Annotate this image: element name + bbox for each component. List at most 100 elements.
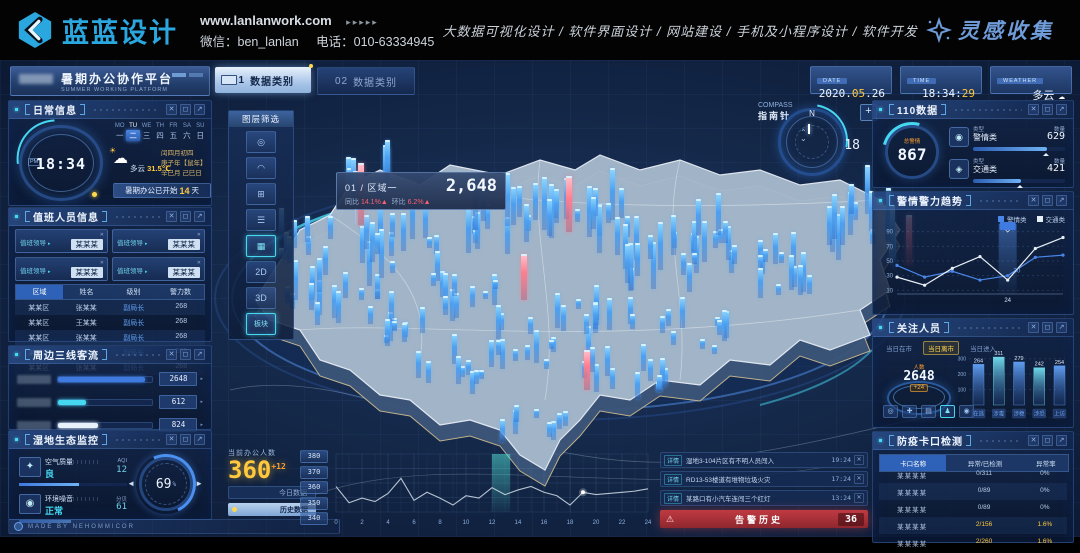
panel-daily-info: 日常信息 ✕◻↗ PM 18:34 MOTUWETHFRSASU一二三四五六日 … [8, 100, 212, 206]
window-icon[interactable]: ◻ [1042, 435, 1053, 446]
duty-leader-card[interactable]: 值班领导▸✕某某某 [112, 257, 205, 281]
alert-detail-tag[interactable]: 详情 [664, 493, 682, 504]
close-icon[interactable]: ✕ [166, 349, 177, 360]
flow-value: 2648 [159, 372, 197, 386]
eco-status: 正常 [45, 504, 127, 517]
mark-icon[interactable]: ✚ [902, 405, 917, 418]
office-line-chart: 024681012141618202224 [332, 450, 654, 541]
weekday-cn[interactable]: 五 [167, 130, 180, 141]
close-icon[interactable]: ✕ [1028, 104, 1039, 115]
noise-icon: ◉ [19, 494, 41, 514]
cp-detect: 0/89 [945, 483, 1022, 500]
expand-icon[interactable]: ↗ [1056, 195, 1067, 206]
view-2d-button[interactable]: 2D [246, 261, 276, 283]
services-text: 大数据可视化设计 / 软件界面设计 / 网站建设 / 手机及小程序设计 / 软件… [434, 21, 926, 40]
contact-block: www.lanlanwork.com ▸▸▸▸▸ 微信：ben_lanlan 电… [200, 9, 434, 52]
blocks-button[interactable]: 板块 [246, 313, 276, 335]
signal-icon-button[interactable]: ◠ [246, 157, 276, 179]
close-icon[interactable]: ✕ [197, 260, 201, 266]
close-icon[interactable]: ✕ [1028, 195, 1039, 206]
alert-history-banner[interactable]: ⚠ 告警历史 36 [660, 510, 868, 528]
duty-leader-name: 某某某 [168, 239, 201, 250]
lunar-line: 辛巳月 己巳日 [161, 169, 207, 179]
website-link[interactable]: www.lanlanwork.com [200, 13, 332, 28]
weekday-cn[interactable]: 二 [126, 130, 139, 141]
close-icon[interactable]: ✕ [166, 104, 177, 115]
inspiration-collect[interactable]: 灵感收集 [926, 15, 1054, 45]
ytick-button[interactable]: 340 [300, 512, 328, 525]
file-icon[interactable]: ▤ [921, 405, 936, 418]
alert-detail-tag[interactable]: 详情 [664, 474, 682, 485]
duty-leader-card[interactable]: 值班领导▸✕某某某 [15, 229, 108, 253]
window-icon[interactable]: ◻ [180, 349, 191, 360]
expand-icon[interactable]: ↗ [1056, 322, 1067, 333]
expand-icon[interactable]: ↗ [1056, 435, 1067, 446]
close-icon[interactable]: ✕ [166, 211, 177, 222]
compass-label-en: COMPASS [758, 102, 793, 109]
close-icon[interactable]: ✕ [854, 474, 864, 484]
ytick-button[interactable]: 380 [300, 450, 328, 463]
window-icon[interactable]: ◻ [1042, 195, 1053, 206]
tab-data-category-02[interactable]: 02数据类别 [317, 67, 415, 95]
focus-tab[interactable]: 当日离市 [923, 341, 959, 355]
location-icon-button[interactable]: ◎ [246, 131, 276, 153]
panel-title: 日常信息 [33, 102, 77, 117]
close-icon[interactable]: ✕ [854, 493, 864, 503]
expand-icon[interactable]: ↗ [194, 211, 205, 222]
ytick-button[interactable]: 350 [300, 497, 328, 510]
phone-text: 电话：010-63334945 [316, 35, 434, 49]
type-value: 交通类 [973, 164, 997, 175]
close-icon[interactable]: ✕ [197, 232, 201, 238]
window-icon[interactable]: ◻ [180, 211, 191, 222]
trend-chart-svg: 90705030102430 [877, 222, 1069, 310]
window-icon[interactable]: ◻ [1042, 104, 1053, 115]
close-icon[interactable]: ✕ [166, 434, 177, 445]
grid-icon-button[interactable]: ⊞ [246, 183, 276, 205]
svg-text:0: 0 [334, 520, 338, 526]
duty-table-header: 区域姓名级别警力数 [15, 284, 205, 300]
close-icon[interactable]: ✕ [1028, 322, 1039, 333]
weekday-cn[interactable]: 四 [153, 130, 166, 141]
close-icon[interactable]: ✕ [854, 455, 864, 465]
expand-icon[interactable]: ↗ [194, 349, 205, 360]
datetime-block: DATE 2020.05.26 TIME 18:34:29 WEATHER 多云… [810, 66, 1072, 94]
camera-icon[interactable]: ◎ [883, 405, 898, 418]
ytick-button[interactable]: 370 [300, 466, 328, 479]
window-controls: ✕◻↗ [1028, 322, 1067, 333]
close-icon[interactable]: ✕ [100, 232, 104, 238]
duty-leader-card[interactable]: 值班领导▸✕某某某 [112, 229, 205, 253]
alert-row[interactable]: 详情某路口有小汽车连闯三个红灯13:24✕ [660, 490, 868, 506]
count-value: 629 [1047, 131, 1065, 142]
gauge-left-arrow[interactable]: ◄ [127, 479, 135, 488]
expand-icon[interactable]: ↗ [194, 104, 205, 115]
cell: 268 [158, 330, 206, 345]
weekday-cn[interactable]: 日 [194, 130, 207, 141]
window-icon[interactable]: ◻ [180, 434, 191, 445]
expand-icon[interactable]: ↗ [194, 434, 205, 445]
weekday-cn[interactable]: 六 [180, 130, 193, 141]
weekday-cn[interactable]: 一 [113, 130, 126, 141]
alert-row[interactable]: 详情湿地3-104片区有不明人员闯入19:24✕ [660, 452, 868, 468]
person-icon[interactable]: ♟ [940, 405, 955, 418]
tooltip-value: 2,648 [446, 176, 497, 196]
tab-data-category-01[interactable]: 01数据类别 [215, 67, 311, 93]
ytick-button[interactable]: 360 [300, 481, 328, 494]
close-icon[interactable]: ✕ [100, 260, 104, 266]
view-3d-button[interactable]: 3D [246, 287, 276, 309]
gauge-right-arrow[interactable]: ► [195, 479, 203, 488]
alert-list: 详情湿地3-104片区有不明人员闯入19:24✕ 详情RD13-53楼道有堆物垃圾… [660, 452, 868, 528]
focus-tab[interactable]: 当日在市 [881, 341, 917, 355]
expand-icon[interactable]: ↗ [1056, 104, 1067, 115]
weekday-cn[interactable]: 三 [140, 130, 153, 141]
eco-value: 61 [116, 502, 127, 512]
alert-row[interactable]: 详情RD13-53楼道有堆物垃圾火灾17:24✕ [660, 471, 868, 487]
svg-text:10: 10 [463, 520, 470, 526]
window-icon[interactable]: ◻ [1042, 322, 1053, 333]
bar-chart-icon-button[interactable]: ▦ [246, 235, 276, 257]
list-icon-button[interactable]: ☰ [246, 209, 276, 231]
close-icon[interactable]: ✕ [1028, 435, 1039, 446]
star-icon [926, 17, 952, 43]
duty-leader-card[interactable]: 值班领导▸✕某某某 [15, 257, 108, 281]
window-icon[interactable]: ◻ [180, 104, 191, 115]
alert-detail-tag[interactable]: 详情 [664, 455, 682, 466]
